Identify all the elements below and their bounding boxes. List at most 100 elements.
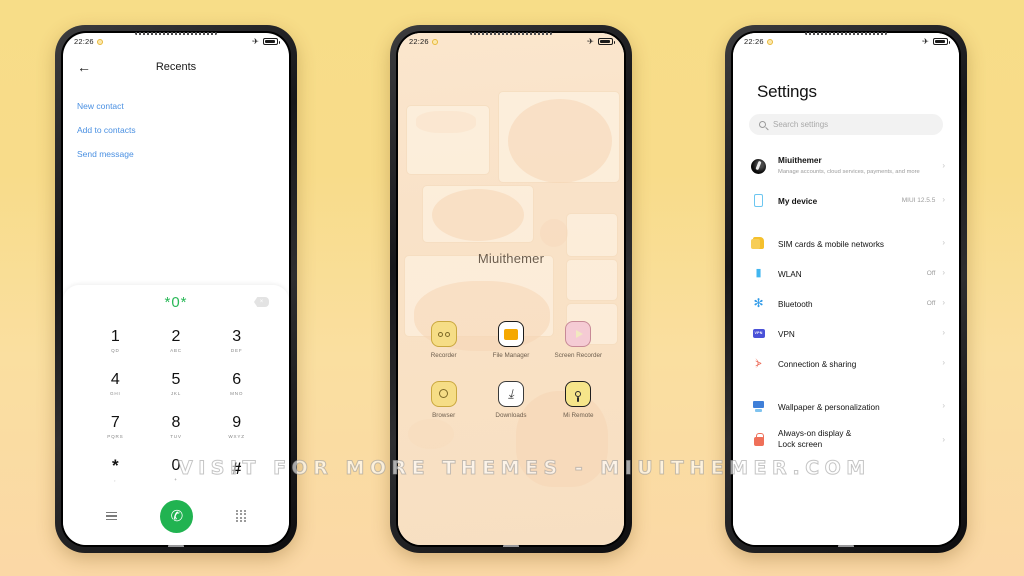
row-value: Off — [926, 299, 936, 307]
notification-dot-icon — [766, 38, 773, 45]
app-browser[interactable]: Browser — [410, 380, 477, 421]
dialer-bottom-bar: ✆ — [63, 493, 289, 545]
key-digit: 3 — [232, 327, 242, 345]
key-letters: + — [174, 476, 178, 482]
chevron-right-icon: › — [942, 238, 945, 247]
bottom-speaker-icon — [168, 545, 184, 547]
key-letters: GHI — [110, 390, 121, 396]
settings-row-wallpaper[interactable]: Wallpaper & personalization › — [733, 391, 959, 421]
wallpaper-illustration — [398, 33, 624, 545]
vpn-icon: VPN — [751, 328, 766, 338]
link-add-to-contacts[interactable]: Add to contacts — [77, 118, 275, 142]
app-label: Screen Recorder — [554, 352, 603, 359]
app-screen-recorder[interactable]: Screen Recorder — [545, 321, 612, 361]
key-1[interactable]: 1 QD — [85, 319, 146, 362]
status-time: 22:26 — [409, 37, 429, 46]
key-4[interactable]: 4 GHI — [85, 362, 146, 405]
vpn-badge: VPN — [752, 328, 765, 338]
screen-recorder-icon — [565, 321, 592, 347]
key-letters: , — [114, 477, 117, 482]
row-label: Connection & sharing — [778, 360, 857, 369]
settings-row-always-on-display[interactable]: Always-on display & Lock screen › — [733, 421, 959, 459]
key-letters: MNO — [230, 390, 244, 396]
list-divider-gap — [733, 215, 959, 228]
app-mi-remote[interactable]: Mi Remote — [545, 380, 612, 421]
status-time: 22:26 — [744, 37, 764, 46]
settings-row-account[interactable]: Miuithemer Manage accounts, cloud servic… — [733, 147, 959, 185]
chevron-right-icon: › — [942, 268, 945, 277]
key-letters: WXYZ — [228, 433, 245, 439]
link-send-message[interactable]: Send message — [77, 143, 275, 167]
row-label: WLAN — [778, 270, 802, 279]
phone-bezel: 22:26 ✈ Miuithemer Recorder File Manager… — [396, 31, 626, 547]
settings-container: 22:26 ✈ Settings Search settings Miuithe… — [733, 33, 959, 545]
downloads-icon: ⤓ — [497, 380, 524, 407]
browser-icon — [430, 380, 457, 407]
key-9[interactable]: 9 WXYZ — [206, 405, 267, 448]
settings-row-wlan[interactable]: ▮ WLAN Off › — [733, 258, 959, 288]
chevron-right-icon: › — [942, 358, 945, 367]
call-button[interactable]: ✆ — [160, 499, 194, 533]
key-star[interactable]: *, — [85, 448, 146, 491]
chevron-right-icon: › — [942, 435, 945, 444]
page-title: Recents — [155, 61, 197, 73]
key-letters: QD — [111, 347, 120, 353]
app-grid: Recorder File Manager Screen Recorder Br… — [410, 321, 612, 420]
key-digit: 5 — [171, 370, 181, 388]
battery-icon — [598, 37, 615, 46]
search-placeholder: Search settings — [773, 120, 829, 129]
key-digit: 8 — [171, 413, 181, 431]
bluetooth-icon: ✻ — [753, 296, 764, 310]
status-time: 22:26 — [74, 37, 94, 46]
key-7[interactable]: 7 PQRS — [85, 405, 146, 448]
key-digit: 0 — [171, 456, 181, 474]
key-digit: 4 — [110, 370, 120, 388]
keypad-sheet: *0* × 1 QD 2 ABC 3 DEF 4 GHI 5 JKL 6 MNO 7 PQRS… — [63, 285, 289, 545]
chevron-right-icon: › — [942, 195, 945, 204]
menu-icon[interactable] — [106, 512, 118, 520]
earpiece-grille-icon — [805, 32, 887, 35]
app-downloads[interactable]: ⤓ Downloads — [477, 380, 544, 421]
key-0[interactable]: 0 + — [146, 448, 207, 491]
key-8[interactable]: 8 TUV — [146, 405, 207, 448]
search-settings-field[interactable]: Search settings — [749, 114, 943, 135]
app-file-manager[interactable]: File Manager — [477, 321, 544, 361]
chevron-right-icon: › — [942, 328, 945, 337]
app-label: Browser — [432, 411, 456, 419]
app-label: Downloads — [495, 411, 527, 419]
airplane-mode-icon: ✈ — [252, 36, 259, 46]
key-2[interactable]: 2 ABC — [146, 319, 207, 362]
notification-dot-icon — [96, 38, 103, 45]
link-new-contact[interactable]: New contact — [77, 94, 275, 118]
key-digit: # — [231, 458, 242, 478]
phone-device-dialer: 22:26 ✈ ← Recents New contact Add to con… — [55, 25, 297, 553]
home-screen: 22:26 ✈ Miuithemer Recorder File Manager… — [398, 33, 624, 545]
settings-list: Miuithemer Manage accounts, cloud servic… — [733, 147, 959, 459]
bottom-speaker-icon — [838, 545, 854, 547]
key-letters: JKL — [170, 390, 182, 396]
key-6[interactable]: 6 MNO — [206, 362, 267, 405]
backspace-icon[interactable]: × — [254, 297, 269, 307]
settings-row-my-device[interactable]: My device MIUI 12.5.5 › — [733, 185, 959, 215]
file-manager-icon — [497, 321, 524, 347]
earpiece-grille-icon — [470, 32, 552, 35]
key-5[interactable]: 5 JKL — [146, 362, 207, 405]
keypad-toggle-icon[interactable] — [236, 509, 246, 523]
key-letters: DEF — [230, 347, 243, 353]
settings-row-connection-sharing[interactable]: ⦔ Connection & sharing › — [733, 348, 959, 378]
settings-row-vpn[interactable]: VPN VPN › — [733, 318, 959, 348]
dialed-number[interactable]: *0* — [164, 294, 187, 311]
chevron-right-icon: › — [942, 298, 945, 307]
app-label: Mi Remote — [563, 411, 594, 419]
status-bar: 22:26 ✈ — [398, 33, 624, 50]
settings-row-bluetooth[interactable]: ✻ Bluetooth Off › — [733, 288, 959, 318]
key-3[interactable]: 3 DEF — [206, 319, 267, 362]
dialer-header: ← Recents — [77, 50, 275, 84]
key-hash[interactable]: # — [206, 448, 267, 491]
keypad-grid: 1 QD 2 ABC 3 DEF 4 GHI 5 JKL 6 MNO 7 PQRS 8 TUV … — [63, 319, 289, 493]
settings-row-sim-cards[interactable]: SIM cards & mobile networks › — [733, 228, 959, 258]
bottom-speaker-icon — [503, 545, 519, 547]
app-recorder[interactable]: Recorder — [410, 321, 477, 361]
lock-icon — [751, 433, 766, 446]
row-value: MIUI 12.5.5 — [901, 196, 936, 204]
